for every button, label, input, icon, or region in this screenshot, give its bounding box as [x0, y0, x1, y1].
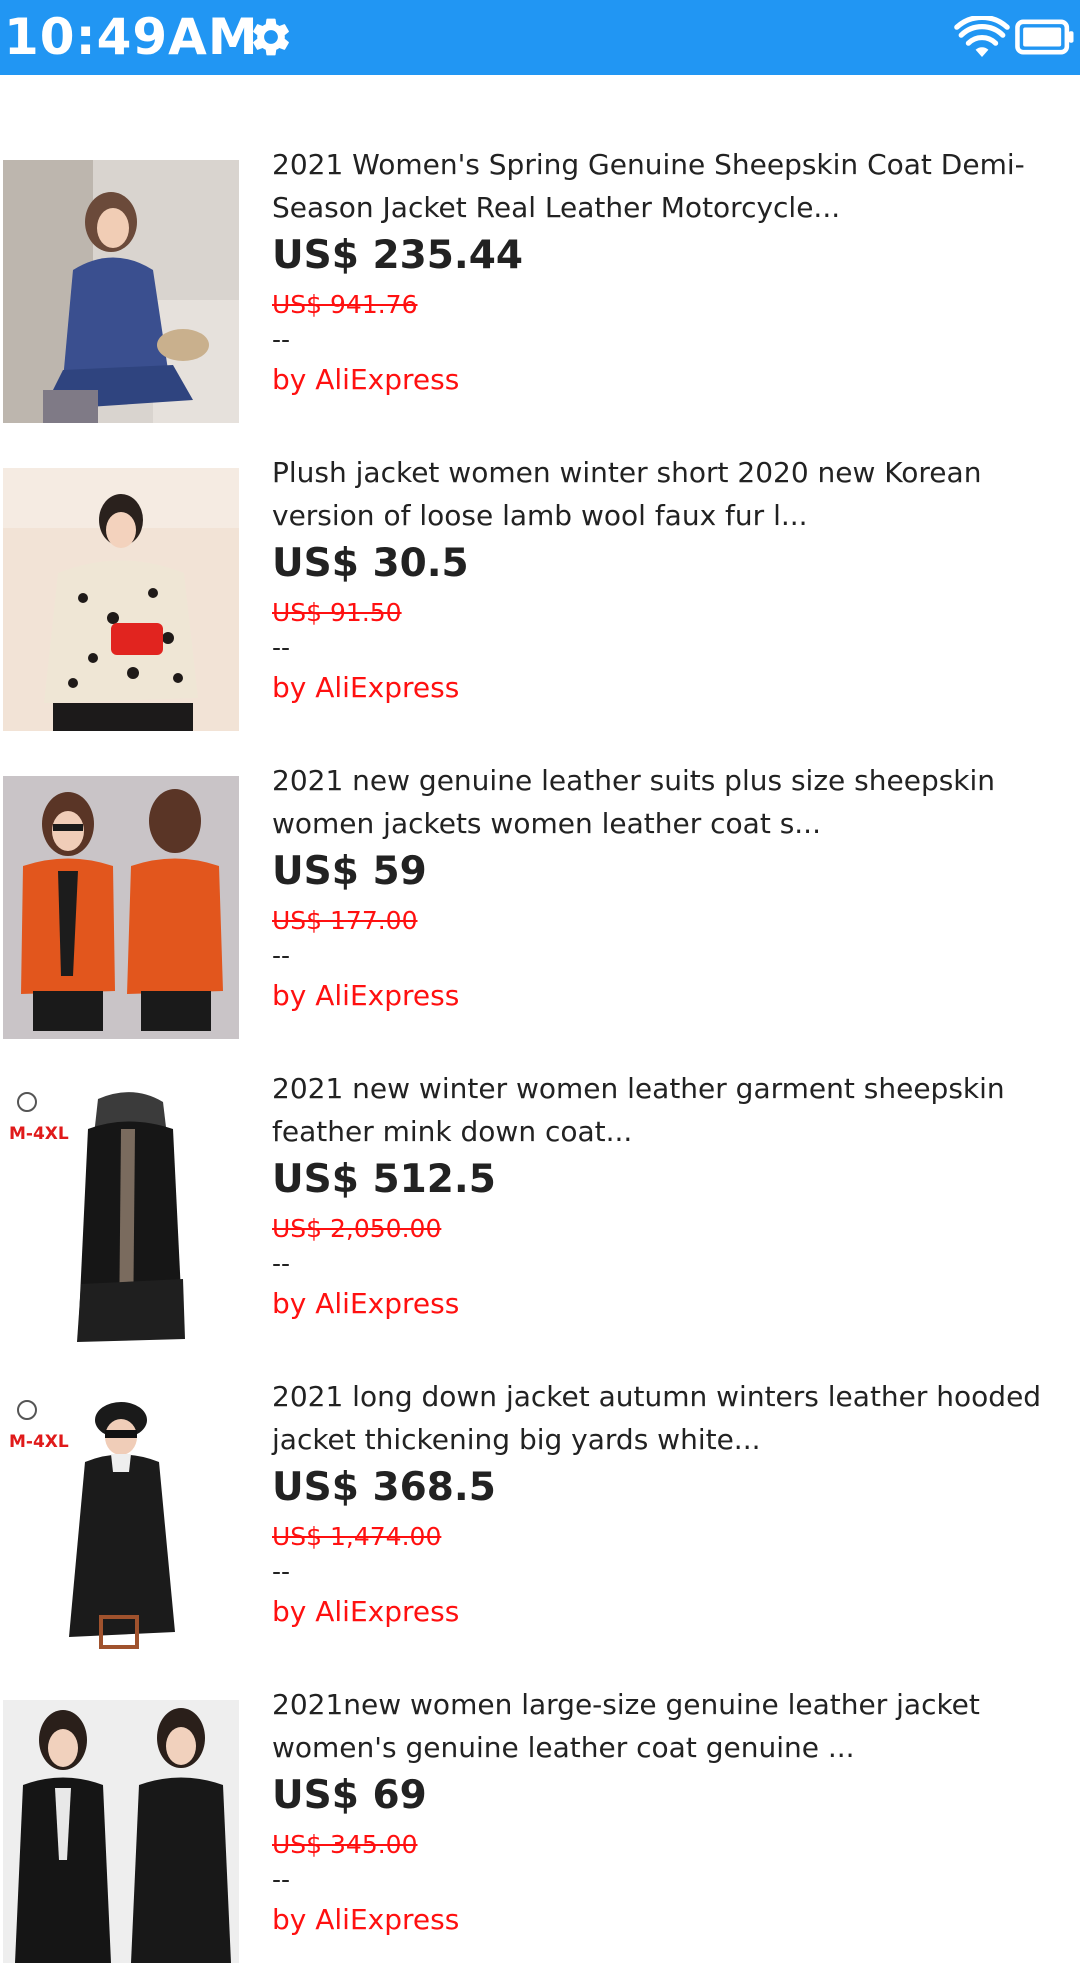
list-item[interactable]: 2021new women large-size genuine leather…: [0, 1683, 1080, 1983]
product-original-price: US$ 345.00: [272, 1830, 418, 1859]
gear-icon[interactable]: [248, 14, 294, 60]
product-image[interactable]: [3, 776, 239, 1039]
product-title-line: 2021 new winter women leather garment sh…: [272, 1072, 1005, 1105]
product-title-line: Plush jacket women winter short 2020 new…: [272, 456, 982, 489]
wifi-icon: [954, 16, 1010, 57]
product-original-price: US$ 1,474.00: [272, 1522, 442, 1551]
status-time: 10:49AM: [4, 8, 259, 66]
product-price: US$ 235.44: [272, 233, 523, 278]
list-item[interactable]: M-4XL 2021 new winter women leather garm…: [0, 1067, 1080, 1367]
list-item[interactable]: Plush jacket women winter short 2020 new…: [0, 451, 1080, 751]
product-seller[interactable]: by AliExpress: [272, 1903, 459, 1937]
product-separator: --: [272, 941, 291, 970]
product-title-line: feather mink down coat...: [272, 1115, 633, 1148]
product-title-line: women jackets women leather coat s...: [272, 807, 821, 840]
product-title[interactable]: 2021 Women's Spring Genuine Sheepskin Co…: [272, 143, 1072, 229]
product-title-line: version of loose lamb wool faux fur l...: [272, 499, 808, 532]
product-separator: --: [272, 1249, 291, 1278]
product-price: US$ 512.5: [272, 1157, 496, 1202]
product-title-line: jacket thickening big yards white...: [272, 1423, 761, 1456]
product-image[interactable]: [3, 1700, 239, 1963]
product-separator: --: [272, 1865, 291, 1894]
product-original-price: US$ 91.50: [272, 598, 402, 627]
product-seller[interactable]: by AliExpress: [272, 979, 459, 1013]
size-badge: M-4XL: [9, 1124, 69, 1144]
size-badge: M-4XL: [9, 1432, 69, 1452]
product-separator: --: [272, 633, 291, 662]
product-seller[interactable]: by AliExpress: [272, 1595, 459, 1629]
product-image[interactable]: M-4XL: [3, 1392, 239, 1655]
product-price: US$ 30.5: [272, 541, 469, 586]
list-item[interactable]: M-4XL 2021 long down jacket autumn winte…: [0, 1375, 1080, 1675]
product-price: US$ 368.5: [272, 1465, 496, 1510]
status-bar: 10:49AM: [0, 0, 1080, 75]
product-separator: --: [272, 1557, 291, 1586]
product-title[interactable]: Plush jacket women winter short 2020 new…: [272, 451, 1072, 537]
product-seller[interactable]: by AliExpress: [272, 671, 459, 705]
product-seller[interactable]: by AliExpress: [272, 363, 459, 397]
product-title-line: women's genuine leather coat genuine ...: [272, 1731, 855, 1764]
product-title-line: 2021 long down jacket autumn winters lea…: [272, 1380, 1042, 1413]
product-original-price: US$ 2,050.00: [272, 1214, 442, 1243]
product-title-line: 2021 Women's Spring Genuine Sheepskin Co…: [272, 148, 1025, 181]
list-item[interactable]: 2021 Women's Spring Genuine Sheepskin Co…: [0, 143, 1080, 443]
product-image[interactable]: [3, 468, 239, 731]
product-price: US$ 69: [272, 1773, 427, 1818]
product-original-price: US$ 177.00: [272, 906, 418, 935]
product-separator: --: [272, 325, 291, 354]
product-original-price: US$ 941.76: [272, 290, 418, 319]
product-price: US$ 59: [272, 849, 427, 894]
product-title[interactable]: 2021new women large-size genuine leather…: [272, 1683, 1072, 1769]
battery-icon: [1015, 19, 1074, 55]
product-image[interactable]: [3, 160, 239, 423]
product-title-line: 2021 new genuine leather suits plus size…: [272, 764, 996, 797]
product-image[interactable]: M-4XL: [3, 1084, 239, 1347]
list-item[interactable]: 2021 new genuine leather suits plus size…: [0, 759, 1080, 1059]
product-seller[interactable]: by AliExpress: [272, 1287, 459, 1321]
product-title[interactable]: 2021 new winter women leather garment sh…: [272, 1067, 1072, 1153]
product-title-line: 2021new women large-size genuine leather…: [272, 1688, 980, 1721]
product-title-line: Season Jacket Real Leather Motorcycle...: [272, 191, 841, 224]
product-title[interactable]: 2021 long down jacket autumn winters lea…: [272, 1375, 1072, 1461]
product-title[interactable]: 2021 new genuine leather suits plus size…: [272, 759, 1072, 845]
